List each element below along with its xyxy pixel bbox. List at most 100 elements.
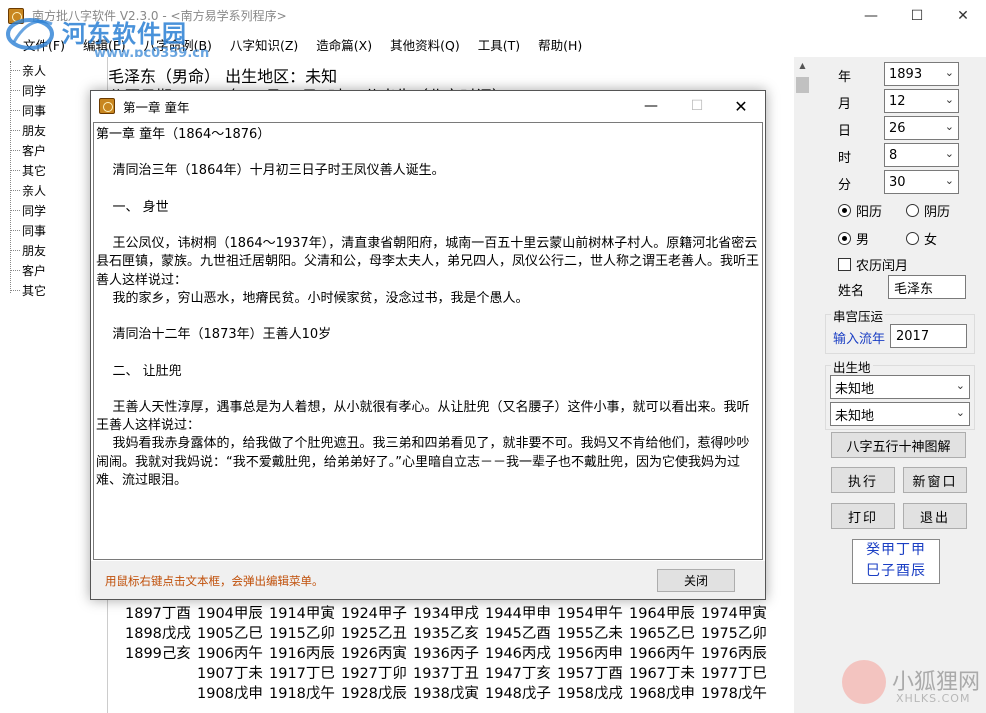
tree-item-colleague[interactable]: 同事 bbox=[10, 222, 46, 239]
hour-label: 时 bbox=[838, 151, 852, 166]
year-cell: 1976丙辰 bbox=[701, 646, 767, 662]
chapter-paragraph: 清同治十二年（1873年）王善人10岁 bbox=[96, 327, 332, 343]
name-field[interactable]: 毛泽东 bbox=[888, 275, 966, 299]
close-icon: ✕ bbox=[957, 7, 969, 24]
ganzhi-branches: 巳子酉辰 bbox=[866, 563, 926, 579]
year-cell: 1925乙丑 bbox=[341, 626, 407, 642]
city-select[interactable]: 未知地 ⌄ bbox=[830, 402, 970, 426]
scroll-up-icon[interactable]: ▲ bbox=[794, 57, 811, 74]
maximize-icon: ☐ bbox=[690, 98, 704, 114]
tree-item-classmate[interactable]: 同学 bbox=[10, 82, 46, 99]
tree-item-friend[interactable]: 朋友 bbox=[10, 122, 46, 139]
minimize-icon: — bbox=[644, 98, 658, 114]
wuxing-chart-button[interactable]: 八字五行十神图解 bbox=[831, 432, 966, 458]
year-cell: 1914甲寅 bbox=[269, 606, 335, 622]
year-cell: 1974甲寅 bbox=[701, 606, 767, 622]
year-cell: 1927丁卯 bbox=[341, 666, 407, 682]
radio-checked-icon bbox=[838, 204, 851, 217]
exit-button[interactable]: 退出 bbox=[903, 503, 967, 529]
year-cell: 1978戊午 bbox=[701, 686, 767, 702]
year-cell: 1937丁丑 bbox=[413, 666, 479, 682]
year-cell: 1899己亥 bbox=[125, 646, 191, 662]
minute-select[interactable]: 30 ⌄ bbox=[884, 170, 959, 194]
year-cell: 1915乙卯 bbox=[269, 626, 335, 642]
year-cell: 1936丙子 bbox=[413, 646, 479, 662]
chevron-down-icon: ⌄ bbox=[955, 379, 965, 392]
female-radio[interactable]: 女 bbox=[906, 229, 937, 248]
male-radio[interactable]: 男 bbox=[838, 229, 869, 248]
leap-month-checkbox[interactable]: 农历闰月 bbox=[838, 255, 908, 274]
year-label: 年 bbox=[838, 70, 852, 85]
year-cell: 1955乙未 bbox=[557, 626, 623, 642]
chapter-text-box[interactable]: 第一章 童年（1864～1876） 清同治三年（1864年）十月初三日子时王凤仪… bbox=[93, 122, 763, 560]
year-cell: 1958戊戌 bbox=[557, 686, 623, 702]
print-button[interactable]: 打印 bbox=[831, 503, 895, 529]
year-cell: 1898戊戌 bbox=[125, 626, 191, 642]
chapter-paragraph bbox=[96, 381, 760, 399]
minimize-button[interactable]: — bbox=[848, 0, 894, 31]
chapter-paragraph: 清同治三年（1864年）十月初三日子时王凤仪善人诞生。 bbox=[96, 163, 445, 179]
year-cell: 1975乙卯 bbox=[701, 626, 767, 642]
year-cell: 1918戊午 bbox=[269, 686, 335, 702]
day-select[interactable]: 26 ⌄ bbox=[884, 116, 959, 140]
chapter-paragraph bbox=[96, 344, 760, 362]
tree-item-classmate[interactable]: 同学 bbox=[10, 202, 46, 219]
minimize-icon: — bbox=[864, 7, 878, 24]
flow-year-field[interactable]: 2017 bbox=[890, 324, 967, 348]
tree-item-client[interactable]: 客户 bbox=[10, 142, 46, 159]
month-label: 月 bbox=[838, 97, 852, 112]
close-window-button[interactable]: ✕ bbox=[940, 0, 986, 31]
hour-select[interactable]: 8 ⌄ bbox=[884, 143, 959, 167]
name-label: 姓名 bbox=[838, 284, 865, 299]
menu-bazi-knowledge[interactable]: 八字知识(Z) bbox=[221, 35, 307, 54]
hedong-logo-icon bbox=[6, 18, 54, 50]
chapter-paragraph: 王公凤仪，讳树桐（1864～1937年），清直隶省朝阳府，城南一百五十里云蒙山前… bbox=[96, 236, 760, 288]
year-cell: 1917丁巳 bbox=[269, 666, 335, 682]
year-cell: 1908戊申 bbox=[197, 686, 263, 702]
year-cell: 1938戊寅 bbox=[413, 686, 479, 702]
tree-item-client[interactable]: 客户 bbox=[10, 262, 46, 279]
year-cell: 1945乙酉 bbox=[485, 626, 551, 642]
province-select[interactable]: 未知地 ⌄ bbox=[830, 375, 970, 399]
chapter-paragraph bbox=[96, 181, 760, 199]
chevron-down-icon: ⌄ bbox=[944, 93, 954, 106]
maximize-icon: ☐ bbox=[910, 7, 924, 24]
tree-item-family[interactable]: 亲人 bbox=[10, 182, 46, 199]
chevron-down-icon: ⌄ bbox=[944, 120, 954, 133]
dialog-minimize-button[interactable]: — bbox=[629, 91, 673, 121]
fox-watermark-url: XHLKS.COM bbox=[896, 692, 971, 705]
new-window-button[interactable]: 新窗口 bbox=[903, 467, 967, 493]
year-cell: 1967丁未 bbox=[629, 666, 695, 682]
solar-radio[interactable]: 阳历 bbox=[838, 201, 882, 220]
execute-button[interactable]: 执行 bbox=[831, 467, 895, 493]
tree-item-other[interactable]: 其它 bbox=[10, 162, 46, 179]
dialog-footer: 用鼠标右键点击文本框，会弹出编辑菜单。 关闭 bbox=[91, 561, 765, 599]
input-panel: 年 1893 ⌄ 月 12 ⌄ 日 26 ⌄ 时 8 ⌄ 分 30 ⌄ 阳历 阴历 男 女… bbox=[811, 57, 986, 713]
year-select[interactable]: 1893 ⌄ bbox=[884, 62, 959, 86]
tree-item-friend[interactable]: 朋友 bbox=[10, 242, 46, 259]
menu-zaoming[interactable]: 造命篇(X) bbox=[307, 35, 381, 54]
tree-item-family[interactable]: 亲人 bbox=[10, 62, 46, 79]
menu-tools[interactable]: 工具(T) bbox=[469, 35, 529, 54]
content-scrollbar[interactable]: ▲ bbox=[794, 57, 811, 713]
dialog-close-x-button[interactable]: ✕ bbox=[719, 91, 763, 121]
scroll-thumb[interactable] bbox=[796, 77, 809, 93]
close-icon: ✕ bbox=[734, 96, 748, 116]
dialog-close-button[interactable]: 关闭 bbox=[657, 569, 735, 592]
chapter-paragraph: 我妈看我赤身露体的，给我做了个肚兜遮丑。我三弟和四弟看见了，就非要不可。我妈又不… bbox=[96, 436, 750, 488]
dialog-title: 第一章 童年 bbox=[123, 99, 190, 115]
year-cell: 1966丙午 bbox=[629, 646, 695, 662]
year-cell: 1907丁未 bbox=[197, 666, 263, 682]
menu-help[interactable]: 帮助(H) bbox=[529, 35, 591, 54]
maximize-button[interactable]: ☐ bbox=[894, 0, 940, 31]
lunar-radio[interactable]: 阴历 bbox=[906, 201, 950, 220]
tree-item-colleague[interactable]: 同事 bbox=[10, 102, 46, 119]
chapter-paragraph bbox=[96, 308, 760, 326]
year-cell: 1926丙寅 bbox=[341, 646, 407, 662]
month-select[interactable]: 12 ⌄ bbox=[884, 89, 959, 113]
menu-other-data[interactable]: 其他资料(Q) bbox=[381, 35, 469, 54]
radio-unchecked-icon bbox=[906, 204, 919, 217]
tree-item-other[interactable]: 其它 bbox=[10, 282, 46, 299]
chapter-paragraph: 王善人天性淳厚，遇事总是为人着想，从小就很有孝心。从让肚兜（又名腰子）这件小事，… bbox=[96, 400, 750, 434]
ganzhi-stems: 癸甲丁甲 bbox=[866, 542, 926, 558]
